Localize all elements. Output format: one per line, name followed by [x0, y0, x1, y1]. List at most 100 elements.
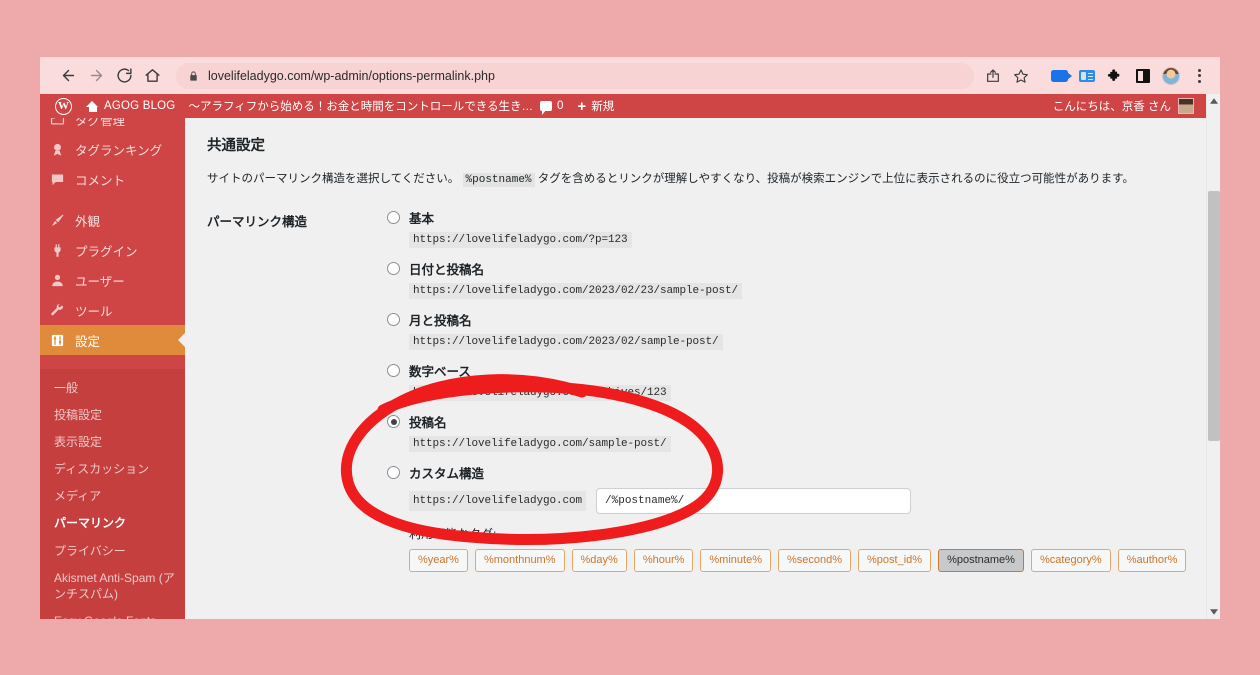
- tag-button-second[interactable]: %second%: [777, 548, 852, 572]
- custom-structure-prefix: https://lovelifeladygo.com: [409, 490, 587, 511]
- lock-icon: [188, 70, 199, 82]
- tag-button-category[interactable]: %category%: [1030, 548, 1111, 572]
- submenu-item-writing[interactable]: 投稿設定: [40, 401, 185, 428]
- url-sample-numeric: https://lovelifeladygo.com/archives/123: [409, 384, 671, 401]
- radio-option-custom[interactable]: カスタム構造: [387, 462, 1186, 484]
- tag-manage-icon: [49, 118, 66, 128]
- sidebar-label: ツール: [75, 304, 113, 319]
- new-content-label: 新規: [591, 101, 615, 113]
- site-name-label: AGOG BLOG: [104, 100, 176, 112]
- comment-count: 0: [557, 100, 564, 112]
- submenu-item-general[interactable]: 一般: [40, 374, 185, 401]
- admin-bar-comments[interactable]: 0: [533, 94, 570, 118]
- url-sample-day-and-name: https://lovelifeladygo.com/2023/02/23/sa…: [409, 282, 743, 299]
- sidebar-label: タグ管理: [75, 118, 126, 128]
- tag-button-author[interactable]: %author%: [1117, 548, 1187, 572]
- sidebar-label: ユーザー: [75, 274, 125, 289]
- radio-button-day-and-name[interactable]: [387, 262, 400, 275]
- scroll-up-arrow-icon[interactable]: [1207, 94, 1220, 108]
- page-scrollbar[interactable]: [1206, 94, 1220, 619]
- radio-label-post-name: 投稿名: [409, 416, 447, 430]
- intro-text-before: サイトのパーマリンク構造を選択してください。: [207, 173, 460, 185]
- radio-button-post-name[interactable]: [387, 415, 400, 428]
- submenu-item-reading[interactable]: 表示設定: [40, 428, 185, 455]
- available-tags-label: 利用可能なタグ:: [409, 526, 497, 541]
- tag-button-postname[interactable]: %postname%: [938, 548, 1024, 572]
- radio-button-month-and-name[interactable]: [387, 313, 400, 326]
- sidebar-label: 外観: [75, 214, 101, 229]
- submenu-item-media[interactable]: メディア: [40, 483, 185, 510]
- radio-option-day-and-name[interactable]: 日付と投稿名: [387, 258, 1186, 280]
- share-icon[interactable]: [980, 63, 1006, 89]
- page-title: 共通設定: [207, 138, 265, 154]
- admin-bar-new-content[interactable]: + 新規: [570, 94, 621, 118]
- tag-button-post-id[interactable]: %post_id%: [858, 548, 932, 572]
- scrollbar-thumb[interactable]: [1208, 191, 1220, 441]
- available-tag-buttons: %year% %monthnum% %day% %hour% %minute% …: [409, 548, 1187, 572]
- permalink-structure-row: パーマリンク構造 基本 https://lovelifeladygo.com/?…: [207, 207, 1187, 572]
- side-panel-icon[interactable]: [1130, 63, 1156, 89]
- tag-button-year[interactable]: %year%: [409, 548, 468, 572]
- wordpress-logo-icon[interactable]: W: [48, 94, 79, 118]
- reload-icon[interactable]: [110, 62, 138, 90]
- radio-button-plain[interactable]: [387, 211, 400, 224]
- admin-bar-site-name[interactable]: AGOG BLOG: [79, 94, 182, 118]
- submenu-item-privacy[interactable]: プライバシー: [40, 537, 185, 564]
- sidebar-item-appearance[interactable]: 外観: [40, 205, 185, 235]
- star-icon[interactable]: [1008, 63, 1034, 89]
- radio-button-numeric[interactable]: [387, 364, 400, 377]
- tools-wrench-icon: [49, 302, 66, 319]
- address-bar[interactable]: lovelifeladygo.com/wp-admin/options-perm…: [176, 62, 974, 89]
- sidebar-item-tag-manage[interactable]: タグ管理: [40, 118, 185, 134]
- toolbar-icons: [980, 63, 1212, 89]
- admin-bar-account[interactable]: こんにちは、京香 さん: [1053, 98, 1220, 114]
- id-card-icon[interactable]: [1074, 63, 1100, 89]
- scroll-down-arrow-icon[interactable]: [1207, 605, 1220, 619]
- settings-icon: [49, 332, 66, 349]
- tag-button-monthnum[interactable]: %monthnum%: [474, 548, 565, 572]
- postname-tag-code: %postname%: [462, 173, 535, 187]
- kebab-menu-icon[interactable]: [1186, 63, 1212, 89]
- sidebar-item-tools[interactable]: ツール: [40, 295, 185, 325]
- sidebar-item-settings[interactable]: 設定: [40, 325, 185, 355]
- sidebar-label: プラグイン: [75, 244, 138, 259]
- sidebar-item-plugins[interactable]: プラグイン: [40, 235, 185, 265]
- tag-button-day[interactable]: %day%: [571, 548, 627, 572]
- sidebar-item-users[interactable]: ユーザー: [40, 265, 185, 295]
- radio-label-custom: カスタム構造: [409, 467, 485, 481]
- radio-option-numeric[interactable]: 数字ベース: [387, 360, 1186, 382]
- permalink-structure-label: パーマリンク構造: [207, 214, 308, 229]
- radio-option-post-name[interactable]: 投稿名: [387, 411, 1186, 433]
- wp-admin-sidebar[interactable]: タグ管理 タグランキング コメント 外観 プラグイン ユーザー ツール 設定 一…: [40, 118, 185, 619]
- tag-button-minute[interactable]: %minute%: [700, 548, 771, 572]
- greeting-label: こんにちは、京香 さん: [1052, 101, 1171, 113]
- radio-label-numeric: 数字ベース: [409, 365, 471, 379]
- forward-arrow-icon[interactable]: [82, 62, 110, 90]
- wp-admin-bar: W AGOG BLOG 〜アラフィフから始める！お金と時間をコントロールできる生…: [40, 94, 1220, 118]
- submenu-item-permalinks[interactable]: パーマリンク: [40, 510, 185, 537]
- radio-label-day-and-name: 日付と投稿名: [409, 263, 485, 277]
- radio-label-plain: 基本: [409, 212, 435, 226]
- profile-avatar-icon[interactable]: [1158, 63, 1184, 89]
- back-arrow-icon[interactable]: [54, 62, 82, 90]
- puzzle-piece-icon[interactable]: [1102, 63, 1128, 89]
- sidebar-label: 設定: [75, 334, 101, 349]
- video-camera-icon[interactable]: [1046, 63, 1072, 89]
- url-sample-post-name: https://lovelifeladygo.com/sample-post/: [409, 435, 671, 452]
- settings-submenu: 一般 投稿設定 表示設定 ディスカッション メディア パーマリンク プライバシー…: [40, 369, 185, 619]
- radio-option-plain[interactable]: 基本: [387, 207, 1186, 229]
- user-icon: [49, 272, 66, 289]
- page-viewport: W AGOG BLOG 〜アラフィフから始める！お金と時間をコントロールできる生…: [40, 94, 1220, 619]
- custom-structure-input[interactable]: [596, 487, 912, 514]
- radio-option-month-and-name[interactable]: 月と投稿名: [387, 309, 1186, 331]
- submenu-item-discussion[interactable]: ディスカッション: [40, 456, 185, 483]
- home-icon[interactable]: [138, 62, 166, 90]
- url-sample-plain: https://lovelifeladygo.com/?p=123: [409, 231, 632, 248]
- submenu-item-akismet[interactable]: Akismet Anti-Spam (アンチスパム): [40, 564, 185, 607]
- radio-button-custom[interactable]: [387, 466, 400, 479]
- submenu-item-easy-google-fonts[interactable]: Easy Google Fonts: [40, 608, 185, 619]
- sidebar-item-tag-ranking[interactable]: タグランキング: [40, 134, 185, 164]
- tag-button-hour[interactable]: %hour%: [633, 548, 694, 572]
- site-tagline: 〜アラフィフから始める！お金と時間をコントロールできる生き…: [188, 101, 534, 113]
- sidebar-item-comments[interactable]: コメント: [40, 164, 185, 194]
